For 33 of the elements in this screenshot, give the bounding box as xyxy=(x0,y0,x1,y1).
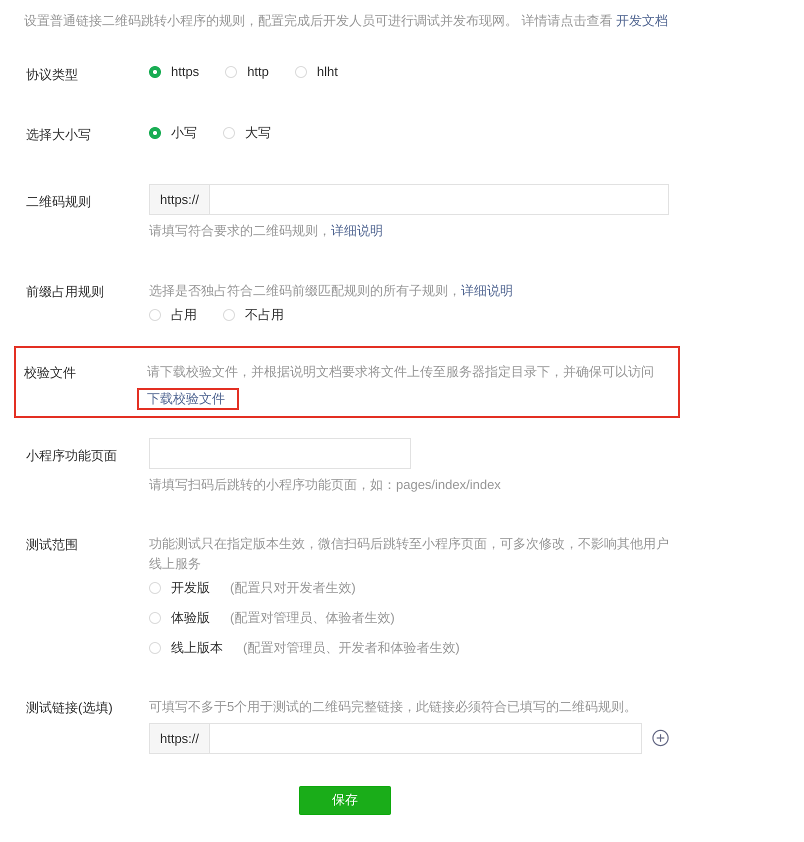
field-label: 选择大小写 xyxy=(26,126,92,144)
add-icon[interactable] xyxy=(652,729,669,747)
hint-text: 请填写符合要求的二维码规则，详细说明 xyxy=(149,222,384,240)
input-field[interactable]: https:// xyxy=(149,722,642,754)
radio-option[interactable]: 开发版 (配置只对开发者生效) xyxy=(149,579,669,597)
details-link[interactable]: 详细说明 xyxy=(331,223,383,238)
field-label: 测试链接(选填) xyxy=(26,699,114,717)
download-link[interactable]: 下载校验文件 xyxy=(137,388,239,410)
hint-text: 功能测试只在指定版本生效，微信扫码后跳转至小程序页面，可多次修改，不影响其他用户线上服务 xyxy=(149,535,669,572)
details-link[interactable]: 详细说明 xyxy=(461,282,513,298)
hint-text: 可填写不多于5个用于测试的二维码完整链接，此链接必须符合已填写的二维码规则。 xyxy=(149,698,638,716)
radio-option[interactable]: hlht xyxy=(294,64,338,79)
hint-text: 请填写扫码后跳转的小程序功能页面，如：pages/index/index xyxy=(149,476,502,494)
radio-option[interactable]: 占用 xyxy=(149,306,197,324)
field-label: 前缀占用规则 xyxy=(26,282,105,300)
field-label: 小程序功能页面 xyxy=(26,446,118,464)
hint-text: 选择是否独占符合二维码前缀匹配规则的所有子规则，详细说明 xyxy=(149,282,514,300)
field-label: 二维码规则 xyxy=(26,193,92,211)
radio-option[interactable]: 大写 xyxy=(223,124,271,142)
field-label: 校验文件 xyxy=(24,364,77,382)
radio-option[interactable]: 线上版本 (配置对管理员、开发者和体验者生效) xyxy=(149,639,669,657)
radio-option[interactable]: 体验版 (配置对管理员、体验者生效) xyxy=(149,609,669,627)
intro-text: 设置普通链接二维码跳转小程序的规则，配置完成后开发人员可进行调试并发布现网。 详情请点击查看 开发文档 xyxy=(24,12,670,30)
field-label: 测试范围 xyxy=(26,536,79,554)
input-field[interactable]: https:// xyxy=(149,184,669,215)
radio-option[interactable]: 小写 xyxy=(149,124,197,142)
radio-option[interactable]: http xyxy=(225,64,269,79)
radio-option[interactable]: 不占用 xyxy=(223,306,284,324)
hint-text: 请下载校验文件，并根据说明文档要求将文件上传至服务器指定目录下，并确保可以访问 xyxy=(147,363,655,381)
radio-option[interactable]: https xyxy=(149,64,200,79)
field-label: 协议类型 xyxy=(26,66,79,84)
input-field[interactable] xyxy=(149,438,411,468)
docs-link[interactable]: 开发文档 xyxy=(616,13,668,28)
